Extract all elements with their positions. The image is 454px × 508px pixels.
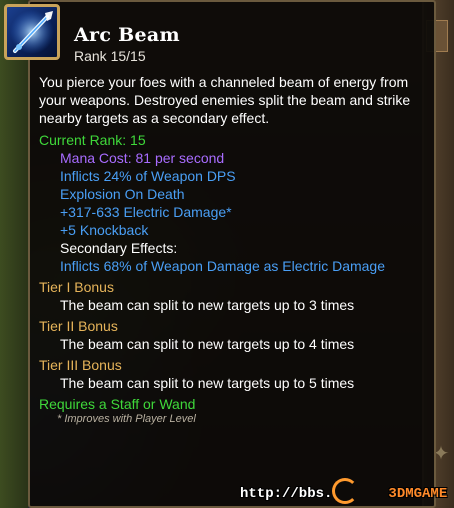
skill-name: Arc Beam bbox=[74, 24, 180, 46]
watermark-prefix: http://bbs. bbox=[240, 486, 333, 502]
skill-icon bbox=[4, 4, 60, 60]
game-screen: ✦ Arc Beam Rank 15/15 You pierce your fo… bbox=[0, 0, 454, 508]
watermark-suffix: 3DMGAME bbox=[388, 486, 448, 502]
watermark: http://bbs. 3DMGAME bbox=[240, 486, 447, 502]
tier-3-text: The beam can split to new targets up to … bbox=[60, 375, 355, 391]
mana-cost: Mana Cost: 81 per second bbox=[60, 150, 225, 166]
tier-1-text: The beam can split to new targets up to … bbox=[60, 297, 355, 313]
footnote: * Improves with Player Level bbox=[57, 413, 196, 425]
effect-line: Inflicts 24% of Weapon DPS bbox=[60, 168, 236, 184]
tier-2-label: Tier II Bonus bbox=[39, 318, 118, 334]
current-rank-label: Current Rank: 15 bbox=[39, 132, 146, 148]
tier-2-text: The beam can split to new targets up to … bbox=[60, 336, 355, 352]
skill-rank: Rank 15/15 bbox=[74, 48, 146, 64]
effect-line: +317-633 Electric Damage* bbox=[60, 204, 232, 220]
tier-3-label: Tier III Bonus bbox=[39, 357, 122, 373]
tier-1-label: Tier I Bonus bbox=[39, 279, 114, 295]
background-left bbox=[0, 0, 28, 508]
effect-line: Explosion On Death bbox=[60, 186, 185, 202]
tooltip-body: You pierce your foes with a channeled be… bbox=[39, 73, 431, 426]
requirement: Requires a Staff or Wand bbox=[39, 396, 196, 412]
effect-line: +5 Knockback bbox=[60, 222, 149, 238]
skill-description: You pierce your foes with a channeled be… bbox=[39, 74, 411, 126]
secondary-effect: Inflicts 68% of Weapon Damage as Electri… bbox=[60, 258, 386, 274]
secondary-effects-label: Secondary Effects: bbox=[60, 240, 178, 256]
skill-tooltip: Arc Beam Rank 15/15 You pierce your foes… bbox=[4, 0, 436, 508]
